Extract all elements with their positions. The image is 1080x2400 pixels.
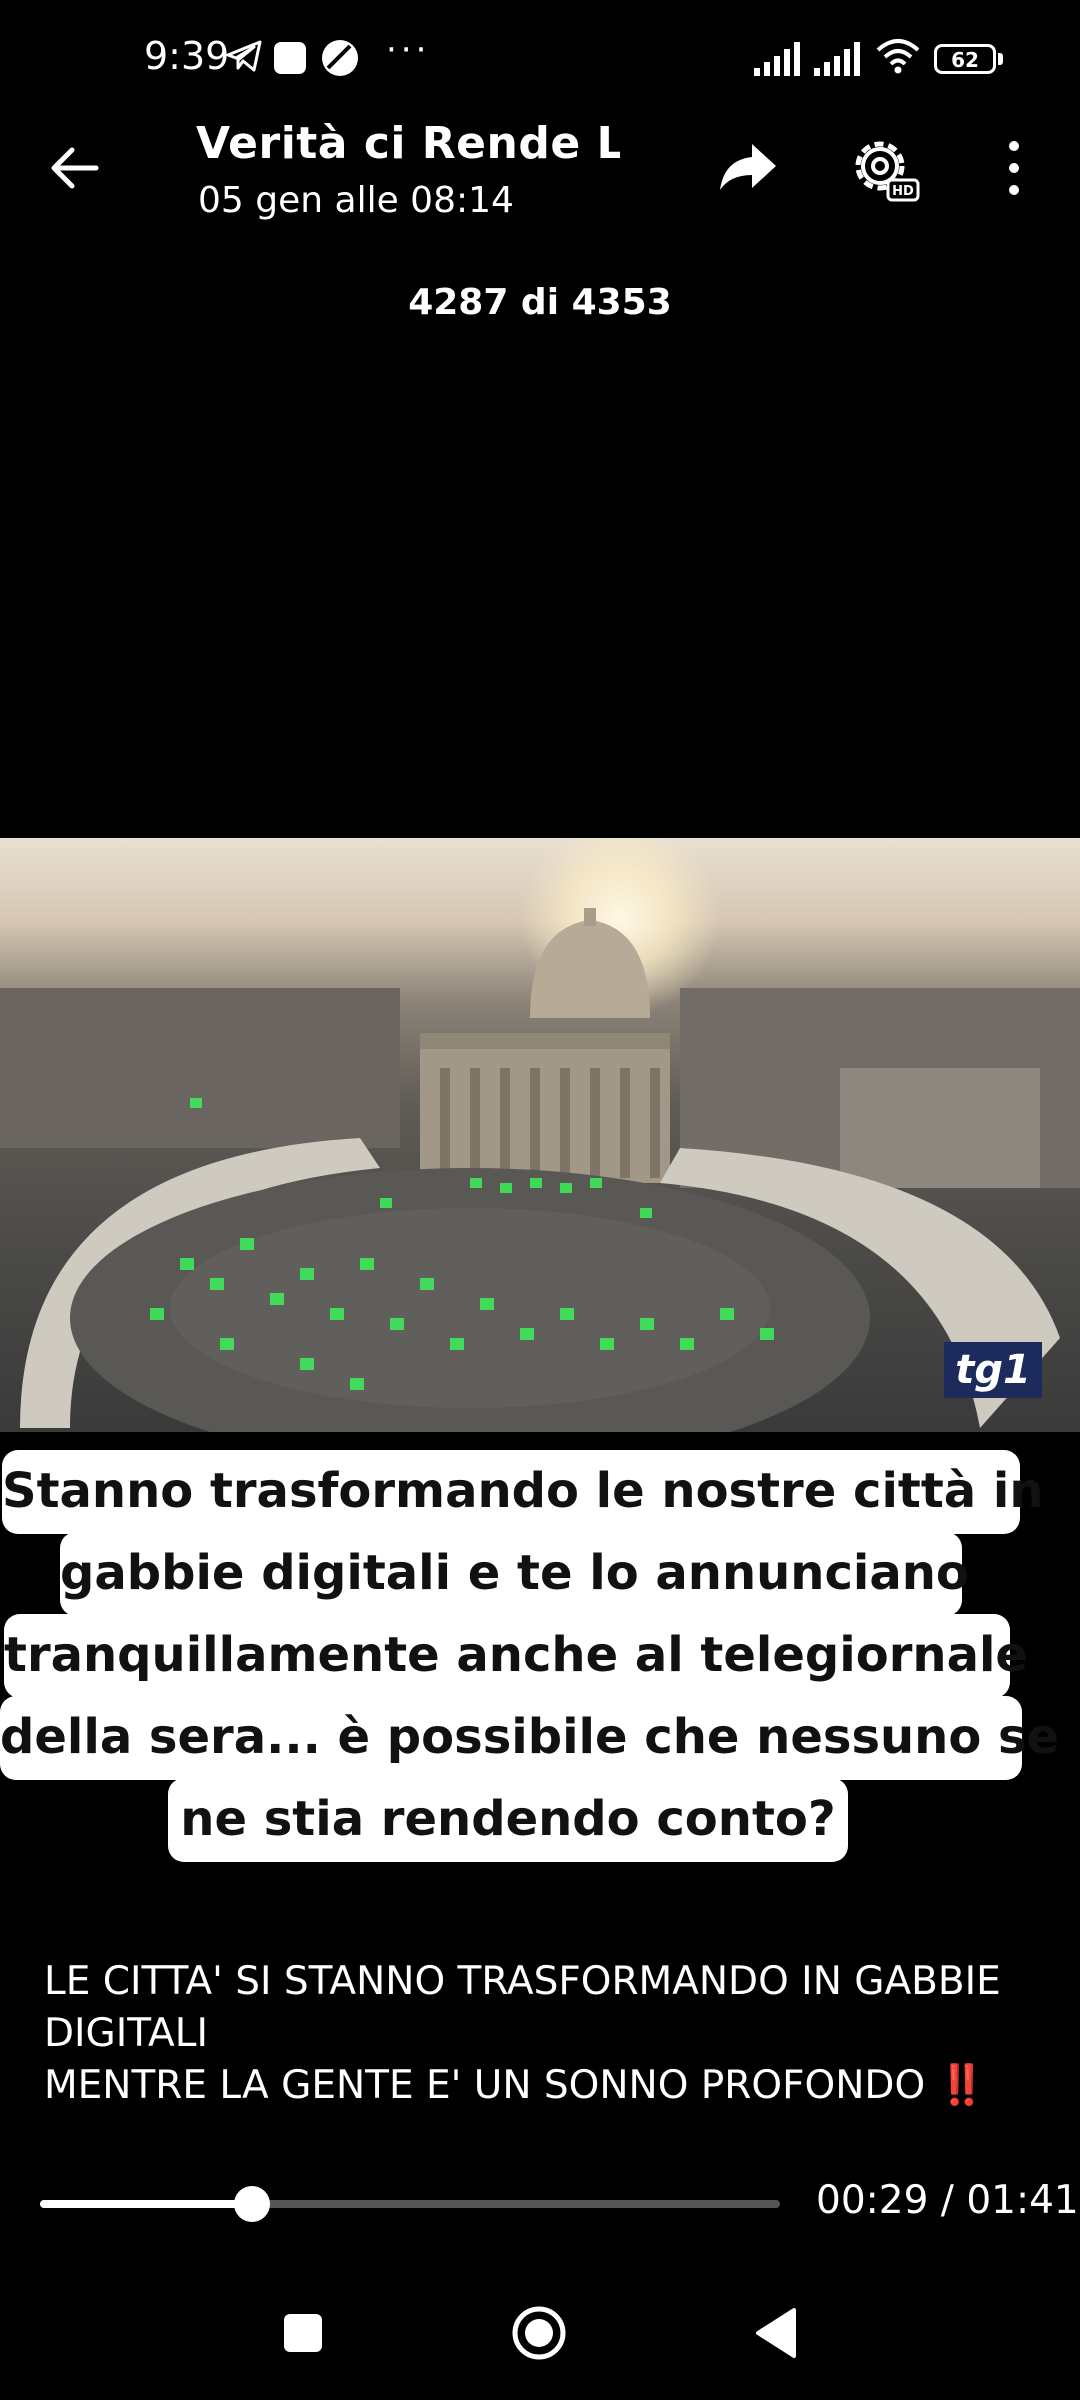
more-vertical-icon[interactable]	[998, 138, 1030, 198]
caption-line: ne stia rendendo conto?	[168, 1778, 848, 1862]
caption-line: tranquillamente anche al telegiornale	[4, 1614, 1028, 1698]
signal-icon	[754, 42, 800, 76]
caption-line: gabbie digitali e te lo annunciano	[60, 1532, 969, 1616]
status-time: 9:39	[144, 34, 230, 78]
wifi-icon	[876, 39, 920, 74]
caption-line: Stanno trasformando le nostre città in	[2, 1450, 1044, 1534]
channel-title[interactable]: Verità ci Rende Libe	[196, 118, 620, 169]
st-peters-square-scene	[0, 908, 1080, 1432]
battery-level-text: 62	[951, 48, 979, 72]
nav-back-button[interactable]	[754, 2306, 798, 2360]
notification-app-icon	[274, 42, 306, 74]
battery-tip	[998, 53, 1003, 65]
video-progress-bar[interactable]	[40, 2186, 780, 2222]
battery-icon: 62	[934, 44, 996, 74]
progress-fill	[40, 2200, 253, 2208]
time-display: 00:29 / 01:41	[816, 2178, 1079, 2223]
post-date: 05 gen alle 08:14	[198, 180, 514, 221]
description-line-2: MENTRE LA GENTE E' UN SONNO PROFONDO ‼️	[44, 2063, 987, 2108]
share-arrow-icon[interactable]	[718, 140, 778, 194]
home-button[interactable]	[512, 2306, 566, 2360]
double-exclamation-icon: ‼️	[937, 2063, 987, 2108]
media-counter: 4287 di 4353	[408, 282, 672, 323]
browser-icon	[322, 40, 358, 76]
settings-gear-hd-icon[interactable]: HD	[848, 134, 920, 206]
video-frame[interactable]: tg1	[0, 838, 1080, 1432]
back-arrow-icon[interactable]	[44, 136, 108, 200]
post-description: LE CITTA' SI STANNO TRASFORMANDO IN GABB…	[44, 1956, 1054, 2112]
more-notifications-icon: ···	[386, 30, 431, 70]
svg-text:HD: HD	[892, 184, 914, 199]
recents-button[interactable]	[284, 2314, 322, 2352]
progress-thumb[interactable]	[234, 2186, 271, 2222]
caption-line: della sera... è possibile che nessuno se	[0, 1696, 1059, 1780]
telegram-icon	[226, 40, 262, 72]
signal-icon-2	[814, 42, 860, 76]
tg1-watermark: tg1	[944, 1342, 1042, 1398]
description-line-1: LE CITTA' SI STANNO TRASFORMANDO IN GABB…	[44, 1959, 1001, 2056]
